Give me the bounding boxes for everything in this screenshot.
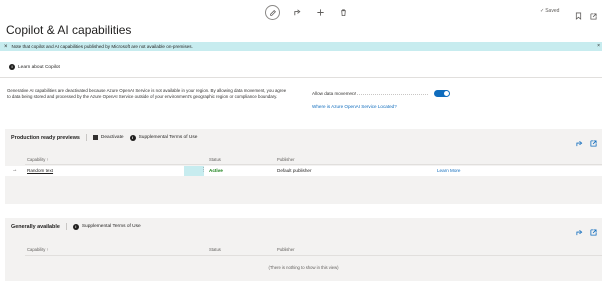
column-header-capability[interactable]: Capability ↑ [27,157,49,162]
column-header-status[interactable]: Status [209,157,221,162]
saved-status: ✓ Saved [540,8,559,14]
banner-text: Note that copilot and AI capabilities pu… [11,44,193,49]
learn-about-copilot-link[interactable]: i Learn about Copilot [9,64,60,70]
info-icon: i [72,223,79,230]
divider [0,77,602,78]
deactivate-button[interactable]: Deactivate [92,135,124,140]
azure-location-link[interactable]: Where is Azure OpenAI Service Located? [312,104,397,109]
separator [65,223,67,230]
column-header-publisher[interactable]: Publisher [277,247,294,252]
info-banner: × Note that copilot and AI capabilities … [0,42,602,51]
deactivate-label: Deactivate [100,135,124,140]
delete-icon[interactable] [336,5,350,19]
stop-icon [92,135,98,140]
saved-label: Saved [545,8,560,14]
header-divider [25,164,602,165]
row-arrow-icon: → [12,167,18,173]
add-icon[interactable] [313,5,327,19]
allow-data-movement-toggle[interactable] [434,90,450,97]
more-options-icon[interactable]: ⋮ [201,167,206,173]
capability-cell[interactable]: Random text [27,168,53,173]
column-header-capability[interactable]: Capability ↑ [27,247,49,252]
region-description: Generative AI capabilities are deactivat… [7,88,287,99]
share-icon[interactable] [576,223,583,241]
page-title: Copilot & AI capabilities [6,23,132,37]
expand-icon[interactable] [590,223,597,241]
open-in-new-window-icon[interactable] [590,7,597,25]
label-leader-line [350,94,428,95]
supplemental-terms-button[interactable]: i Supplemental Terms of Use [129,134,198,141]
column-header-publisher[interactable]: Publisher [277,157,294,162]
section-title: Generally available [11,223,60,230]
generally-available-section: Generally available i Supplemental Terms… [5,218,602,281]
close-banner-icon[interactable]: × [4,44,8,50]
top-bar: ✓ Saved [0,0,602,22]
learn-label: Learn about Copilot [18,64,60,70]
separator [85,134,87,141]
expand-icon[interactable] [590,134,597,152]
check-icon: ✓ [540,8,545,14]
table-row[interactable]: → Random text ⋮ Active Default publisher… [5,166,602,176]
edit-icon[interactable] [265,5,280,20]
production-ready-previews-section: Production ready previews Deactivate i S… [5,129,602,204]
learn-more-link[interactable]: Learn More [437,168,461,173]
supplemental-terms-label: Supplemental Terms of Use [81,224,141,229]
bookmark-icon[interactable] [575,7,582,25]
share-icon[interactable] [576,134,583,152]
share-icon[interactable] [290,5,304,19]
publisher-cell: Default publisher [277,168,312,173]
section-title: Production ready previews [11,134,80,141]
banner-dismiss-icon[interactable]: × [597,43,600,49]
status-cell: Active [209,168,223,173]
info-icon: i [129,134,136,141]
info-icon: i [9,64,15,70]
column-header-status[interactable]: Status [209,247,221,252]
empty-state-text: (There is nothing to show in this view) [268,265,339,270]
supplemental-terms-label: Supplemental Terms of Use [138,135,198,140]
supplemental-terms-button[interactable]: i Supplemental Terms of Use [72,223,141,230]
header-divider [25,255,602,256]
toggle-knob [444,91,449,96]
